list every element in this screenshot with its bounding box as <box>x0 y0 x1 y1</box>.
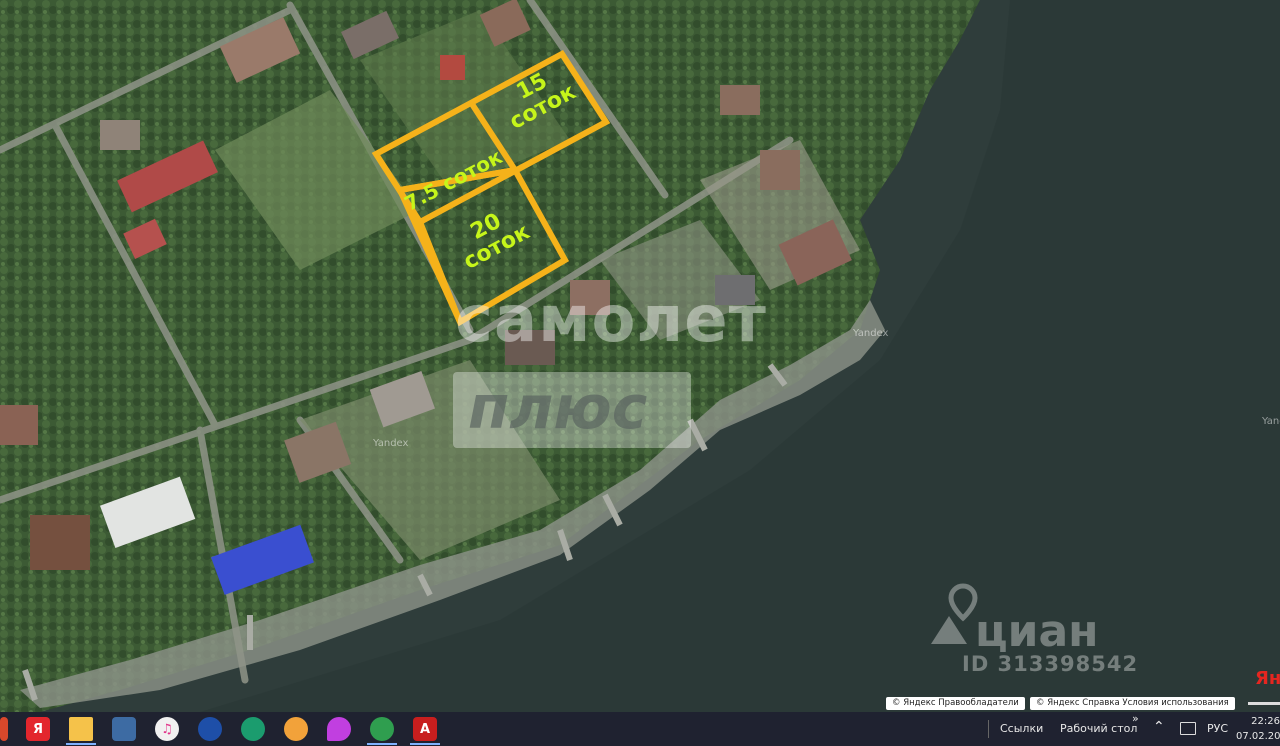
yandex-logo: Янд <box>1255 668 1280 689</box>
chevron-up-icon[interactable]: ⌃ <box>1153 719 1165 735</box>
cian-id-watermark: ID 313398542 <box>962 652 1139 676</box>
yandex-tile-label: Yandex <box>373 438 409 449</box>
network-tray-icon[interactable] <box>1180 722 1196 735</box>
edge-icon[interactable] <box>241 717 265 741</box>
zoom-slider[interactable] <box>1248 702 1280 705</box>
active-indicator <box>410 743 440 745</box>
samolet-watermark: самолет <box>455 283 767 357</box>
clock-time: 22:26 <box>1251 716 1280 727</box>
yandex-browser-icon[interactable]: Я <box>26 717 50 741</box>
language-indicator[interactable]: РУС <box>1207 722 1228 735</box>
taskbar-clock[interactable]: 22:26 07.02.202 <box>1236 714 1280 744</box>
links-toolbar[interactable]: Ссылки <box>1000 722 1043 735</box>
cian-watermark: циан <box>975 606 1099 657</box>
taskbar-divider <box>988 720 989 738</box>
itunes-icon[interactable]: ♫ <box>155 717 179 741</box>
yandex-tile-label: Yandex <box>853 328 889 339</box>
plus-watermark: плюс <box>468 373 648 443</box>
copyright-chip-rights[interactable]: © Яндекс Правообладатели <box>886 697 1025 710</box>
satellite-map[interactable]: 15 соток 7.5 соток 20 соток самолет плюс… <box>0 0 1280 712</box>
toolbar-overflow-chevron[interactable]: » <box>1132 712 1139 725</box>
desktop-toolbar[interactable]: Рабочий стол <box>1060 722 1137 735</box>
file-explorer-icon[interactable] <box>69 717 93 741</box>
paint-icon[interactable] <box>327 717 351 741</box>
chrome-icon[interactable] <box>370 717 394 741</box>
start-edge-icon[interactable] <box>0 717 8 741</box>
edge-legacy-icon[interactable] <box>198 717 222 741</box>
photos-icon[interactable] <box>284 717 308 741</box>
taskbar: Я ♫ A Ссылки Рабочий стол » ⌃ РУС 22:26 … <box>0 712 1280 746</box>
active-indicator <box>66 743 96 745</box>
clock-date: 07.02.202 <box>1236 731 1280 742</box>
yandex-tile-label: Yandex <box>1262 416 1280 427</box>
copyright-chip-help[interactable]: © Яндекс Справка Условия использования <box>1030 697 1235 710</box>
acrobat-icon[interactable]: A <box>413 717 437 741</box>
network-icon[interactable] <box>112 717 136 741</box>
active-indicator <box>367 743 397 745</box>
